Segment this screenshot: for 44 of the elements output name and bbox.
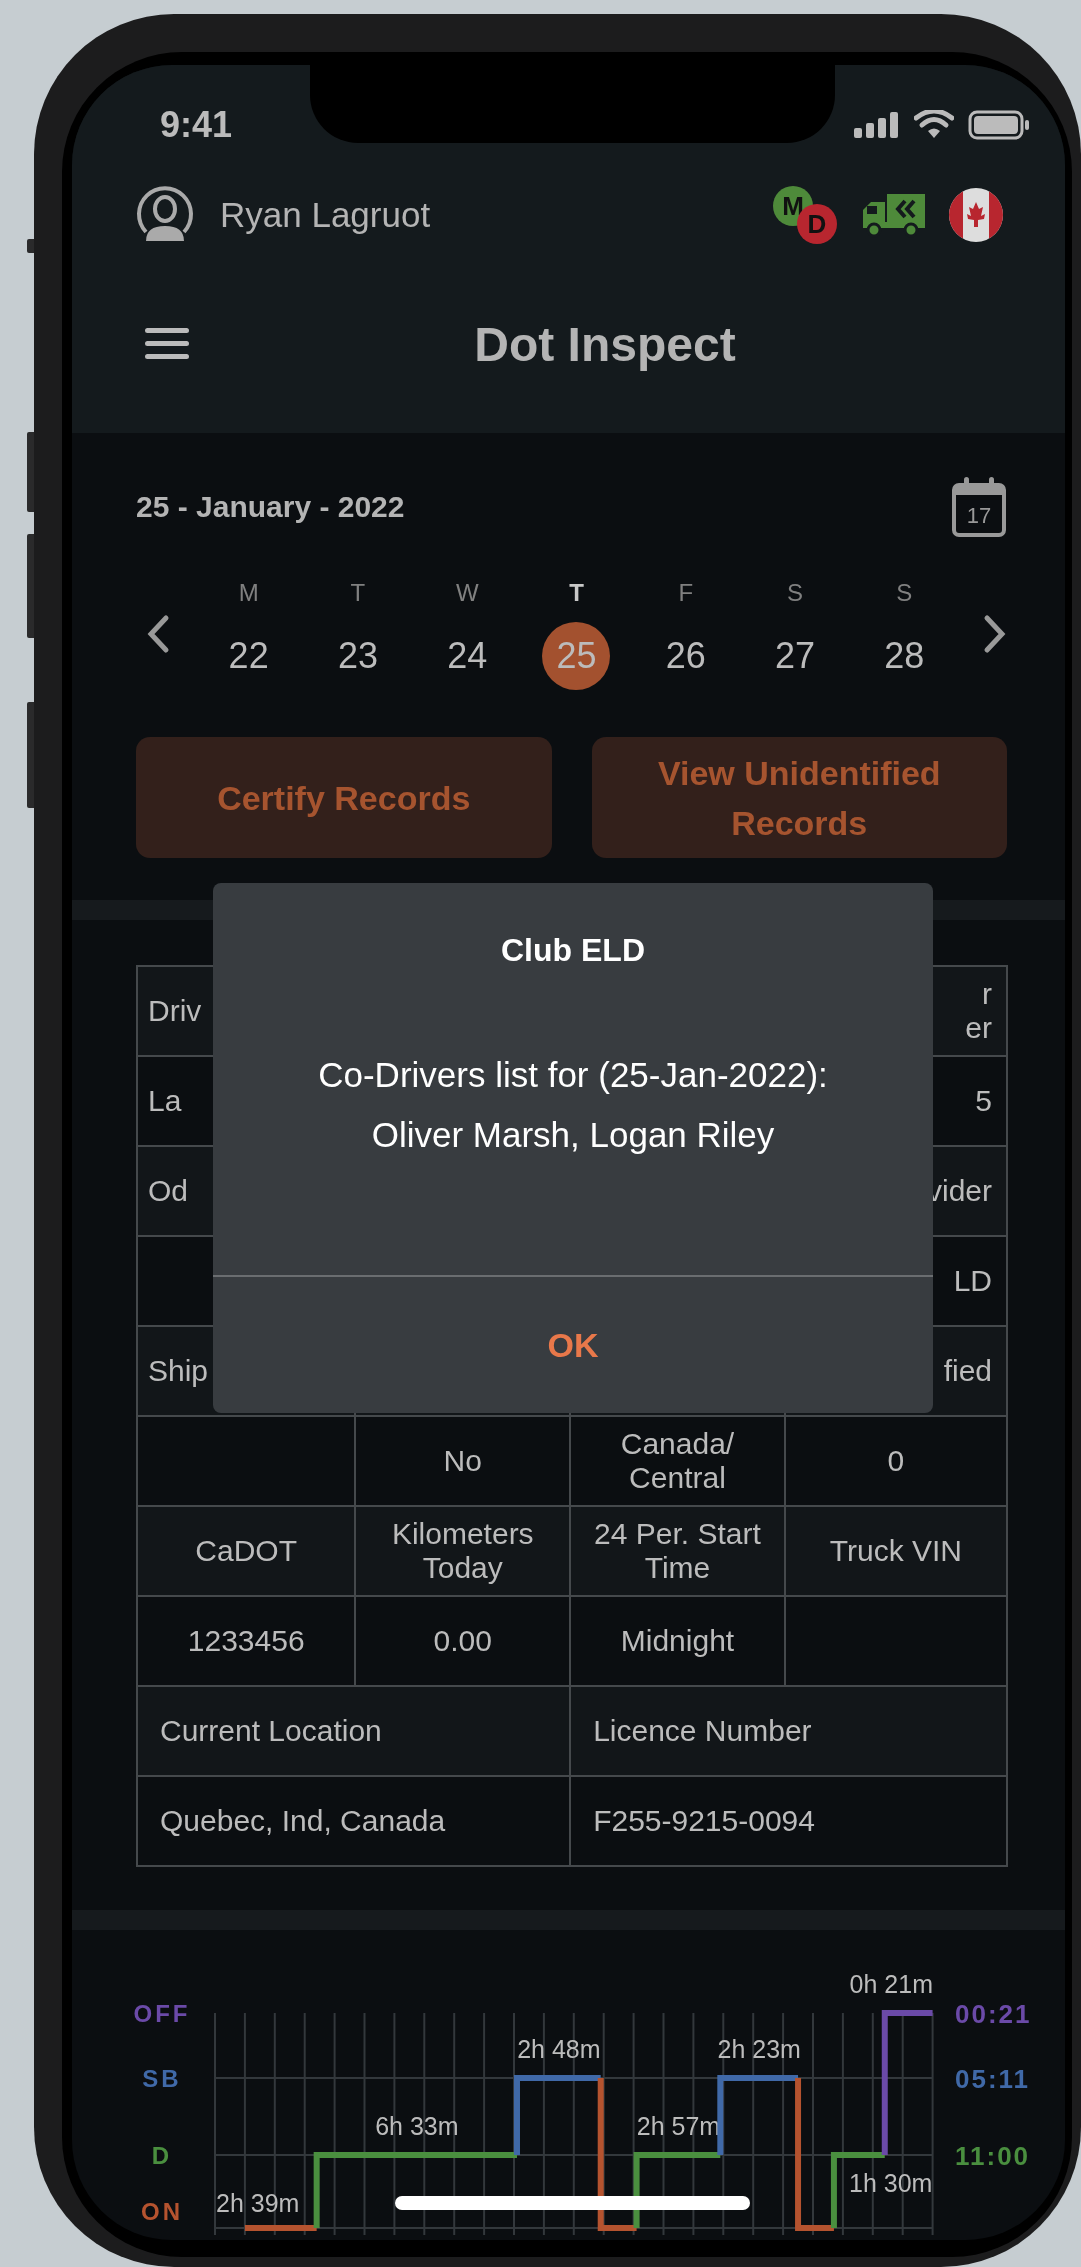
dialog-title: Club ELD bbox=[500, 931, 646, 970]
status-time: 9:41 bbox=[160, 104, 233, 146]
status-total: 05:11 bbox=[955, 2064, 1031, 2094]
duration-label: 2h 48m bbox=[517, 2035, 601, 2063]
day-number[interactable]: 23 bbox=[323, 622, 392, 690]
status-total: 00:21 bbox=[955, 1999, 1032, 2029]
day-number[interactable]: 26 bbox=[651, 622, 720, 690]
table-cell: Quebec, Ind, Canada bbox=[137, 1776, 571, 1866]
weekday-label: M bbox=[238, 578, 259, 608]
status-axis-label: ON bbox=[141, 2198, 183, 2225]
menu-icon[interactable] bbox=[145, 326, 189, 362]
status-axis-label: OFF bbox=[133, 2000, 191, 2027]
calendar-day-number: 17 bbox=[965, 502, 993, 530]
wifi-icon bbox=[914, 110, 954, 140]
weekday-label: T bbox=[350, 578, 366, 608]
page-title: Dot Inspect bbox=[474, 316, 736, 372]
status-axis-label: D bbox=[151, 2142, 173, 2169]
battery-icon bbox=[968, 110, 1030, 140]
calendar-icon[interactable] bbox=[951, 475, 1007, 539]
duration-label: 6h 33m bbox=[375, 2112, 459, 2140]
flag-icon[interactable] bbox=[949, 188, 1003, 242]
day-number[interactable]: 22 bbox=[214, 622, 283, 690]
user-name: Ryan Lagruot bbox=[220, 195, 432, 235]
ok-button[interactable]: OK bbox=[213, 1275, 933, 1413]
table-cell: F255-9215-0094 bbox=[570, 1776, 1007, 1866]
status-total: 11:00 bbox=[955, 2141, 1031, 2171]
day-number[interactable]: 24 bbox=[433, 622, 502, 690]
signal-icon bbox=[854, 112, 900, 138]
weekday-label: F bbox=[678, 578, 694, 608]
date-label: 25 - January - 2022 bbox=[136, 490, 405, 524]
duration-label: 0h 21m bbox=[849, 1970, 933, 1998]
day-number[interactable]: 27 bbox=[761, 622, 830, 690]
weekday-label: T bbox=[569, 578, 584, 608]
duration-label: 1h 30m bbox=[849, 2169, 933, 2197]
duration-label: 2h 39m bbox=[216, 2189, 300, 2217]
truck-icon[interactable] bbox=[861, 192, 927, 238]
weekday-label: S bbox=[787, 578, 804, 608]
duration-label: 2h 23m bbox=[717, 2035, 801, 2063]
chevron-left-icon[interactable] bbox=[146, 614, 170, 654]
day-number[interactable]: 28 bbox=[870, 622, 939, 690]
weekday-label: S bbox=[896, 578, 913, 608]
weekday-label: W bbox=[455, 578, 479, 608]
chevron-right-icon[interactable] bbox=[983, 614, 1007, 654]
status-axis-label: SB bbox=[142, 2065, 182, 2092]
